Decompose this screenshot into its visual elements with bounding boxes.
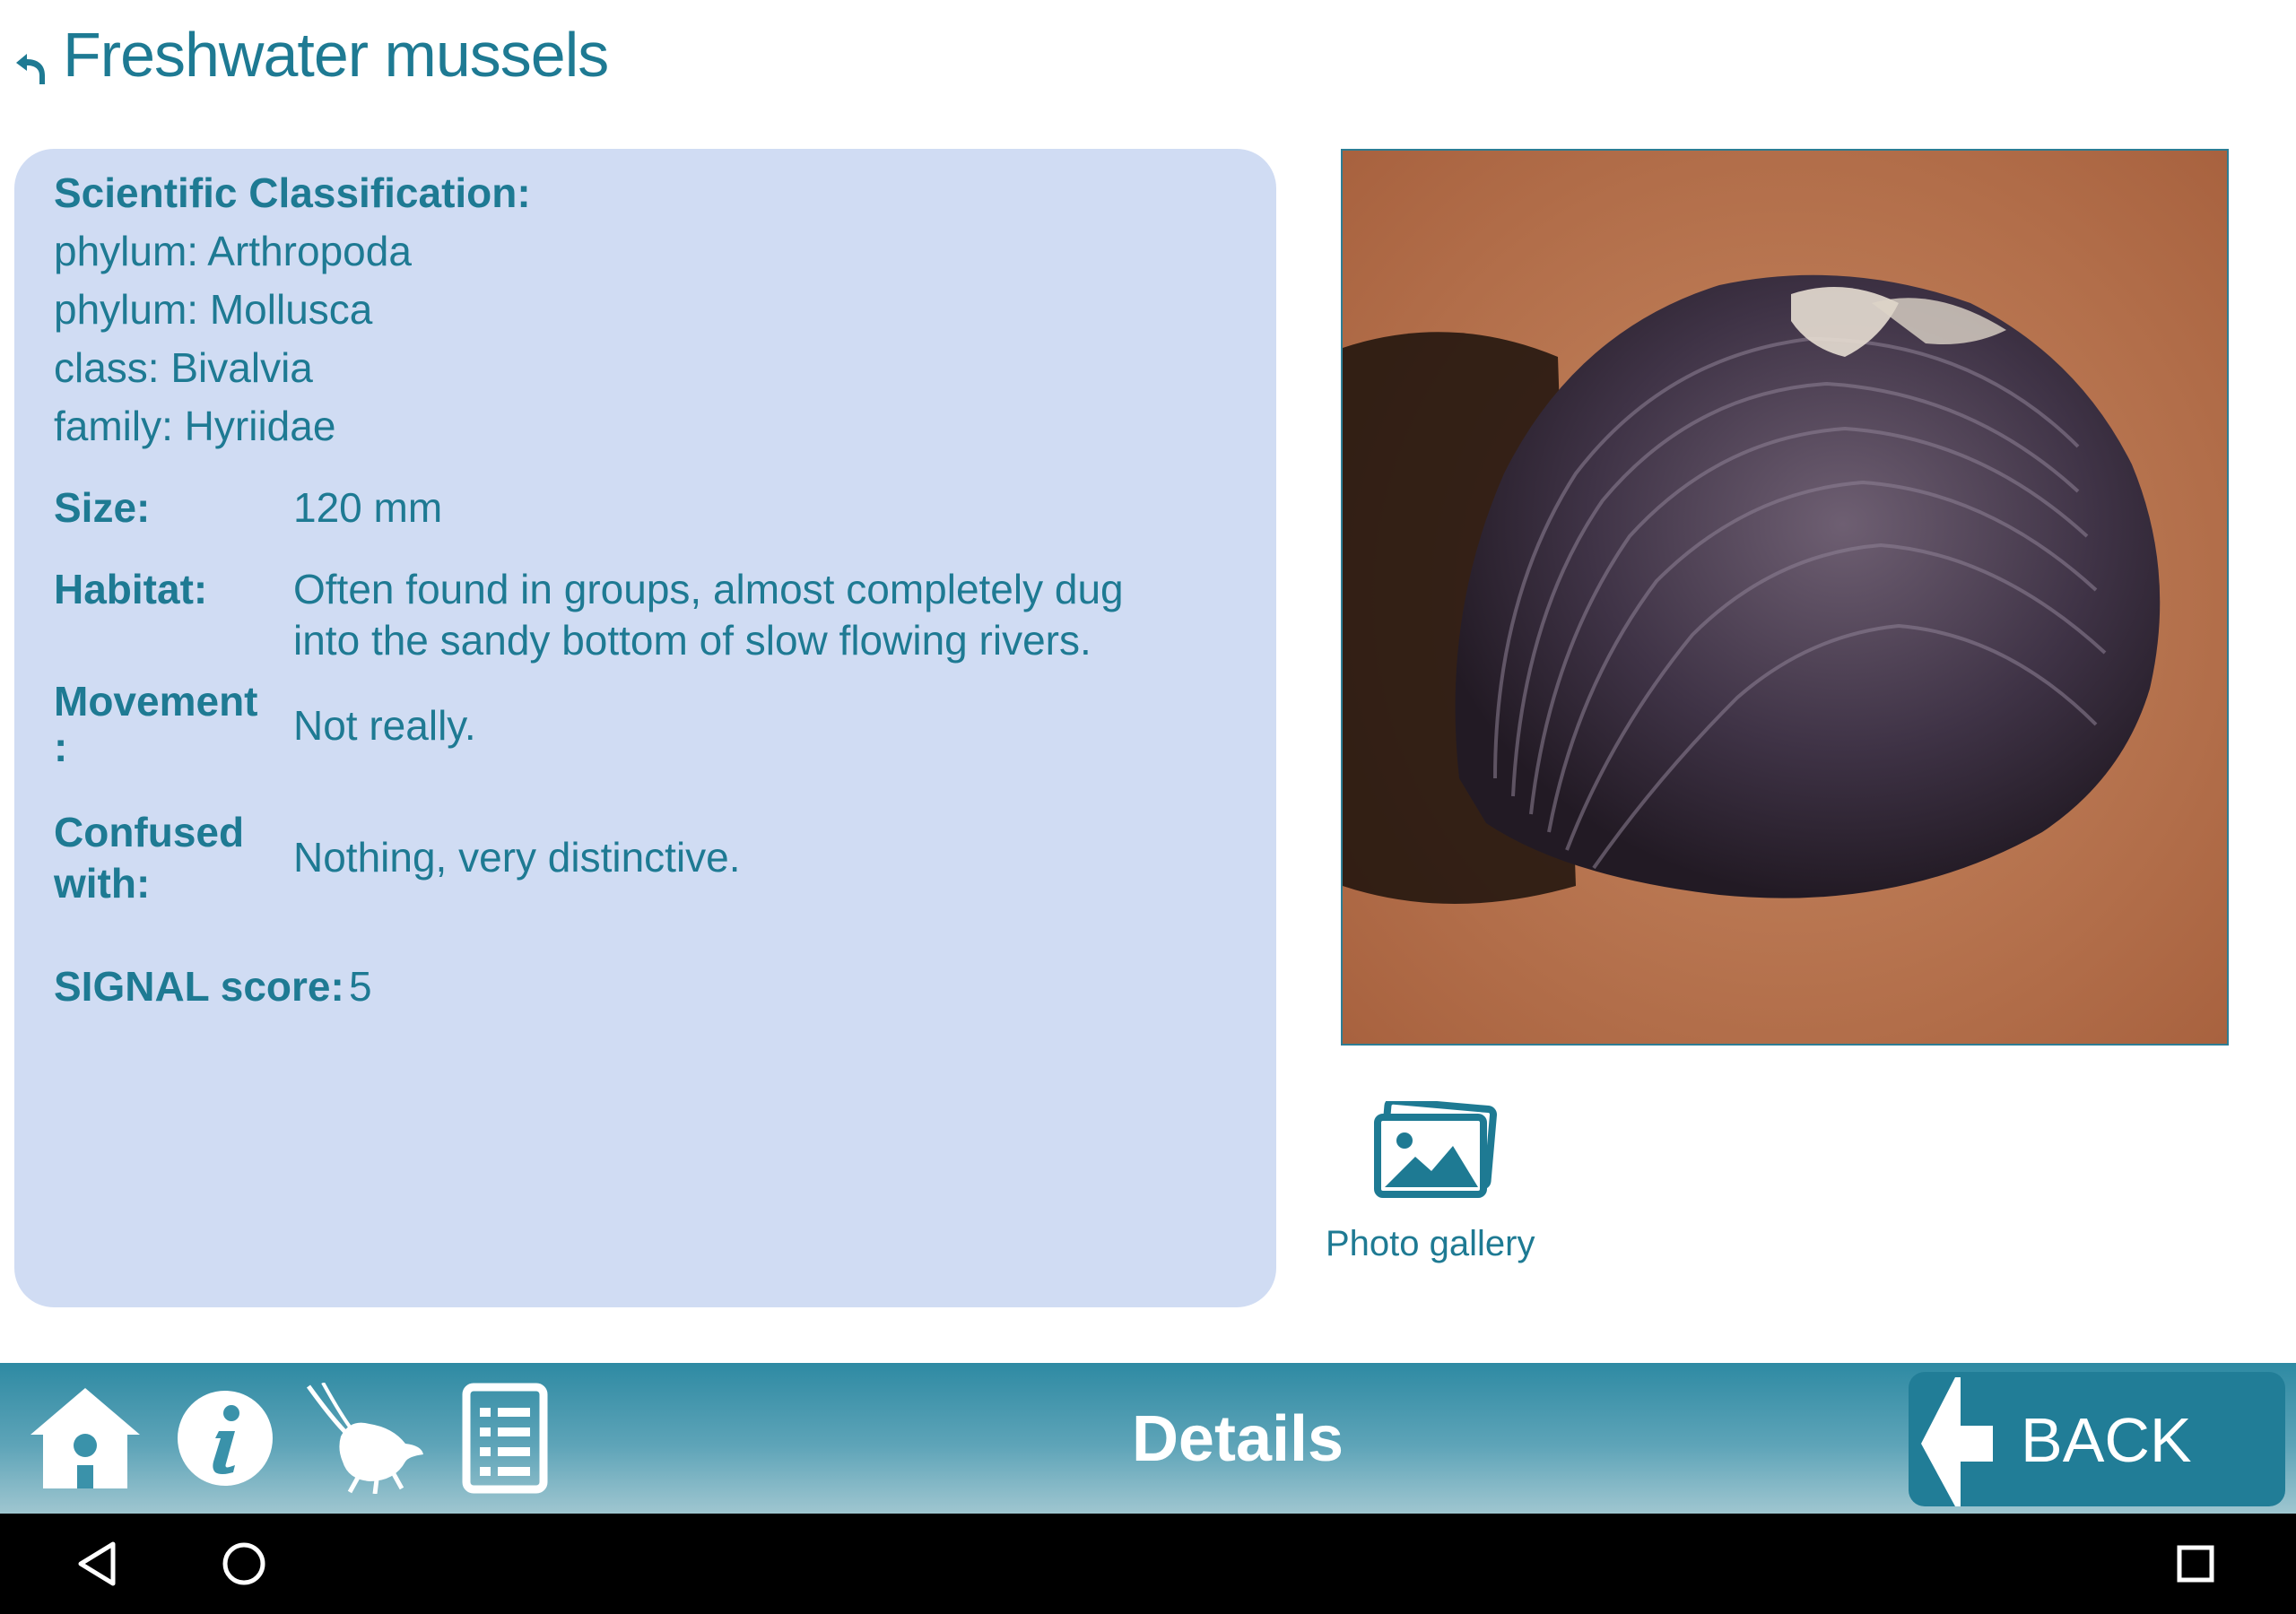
size-value: 120 mm — [293, 484, 443, 531]
back-arrow-icon[interactable] — [7, 45, 50, 88]
screen-title: Details — [1131, 1403, 1344, 1475]
photo-gallery-icon — [1374, 1101, 1498, 1198]
confused-value: Nothing, very distinctive. — [293, 834, 741, 881]
photo-gallery-label: Photo gallery — [1326, 1224, 1535, 1263]
back-arrow-button-icon — [1921, 1377, 1993, 1506]
size-label: Size: — [54, 484, 151, 531]
info-panel: Scientific Classification: phylum: Arthr… — [14, 149, 1276, 1307]
bug-icon[interactable] — [305, 1383, 427, 1494]
photo-gallery-button[interactable]: Photo gallery — [1318, 1101, 1535, 1280]
movement-label-colon: : — [54, 724, 68, 770]
home-icon[interactable] — [27, 1383, 144, 1494]
home-circle-icon[interactable] — [217, 1537, 271, 1591]
classification-line: phylum: Arthropoda — [54, 228, 412, 274]
confused-label-line2: with: — [54, 860, 151, 907]
back-triangle-icon[interactable] — [74, 1537, 127, 1591]
page-title: Freshwater mussels — [63, 20, 609, 90]
classification-line: class: Bivalvia — [54, 344, 313, 391]
bottom-toolbar: Details BACK — [0, 1363, 2296, 1514]
system-nav-bar — [0, 1514, 2296, 1614]
back-button[interactable]: BACK — [1909, 1372, 2285, 1506]
classification-line: phylum: Mollusca — [54, 286, 373, 333]
info-icon[interactable] — [176, 1383, 274, 1494]
habitat-value-line: Often found in groups, almost completely… — [293, 566, 1124, 612]
back-label: BACK — [2021, 1405, 2192, 1475]
habitat-value-line: into the sandy bottom of slow flowing ri… — [293, 617, 1091, 664]
signal-value: 5 — [349, 963, 372, 1010]
list-icon[interactable] — [462, 1383, 548, 1494]
classification-heading: Scientific Classification: — [54, 169, 531, 216]
habitat-label: Habitat: — [54, 566, 208, 612]
confused-label: Confused — [54, 809, 245, 855]
mussel-photo-illustration — [1343, 151, 2227, 1044]
movement-label: Movement — [54, 678, 258, 725]
species-photo[interactable] — [1341, 149, 2229, 1046]
movement-value: Not really. — [293, 702, 476, 749]
signal-label: SIGNAL score: — [54, 963, 344, 1010]
recents-square-icon[interactable] — [2169, 1537, 2222, 1591]
classification-line: family: Hyriidae — [54, 403, 336, 449]
title-bar: Freshwater mussels — [0, 0, 2296, 134]
